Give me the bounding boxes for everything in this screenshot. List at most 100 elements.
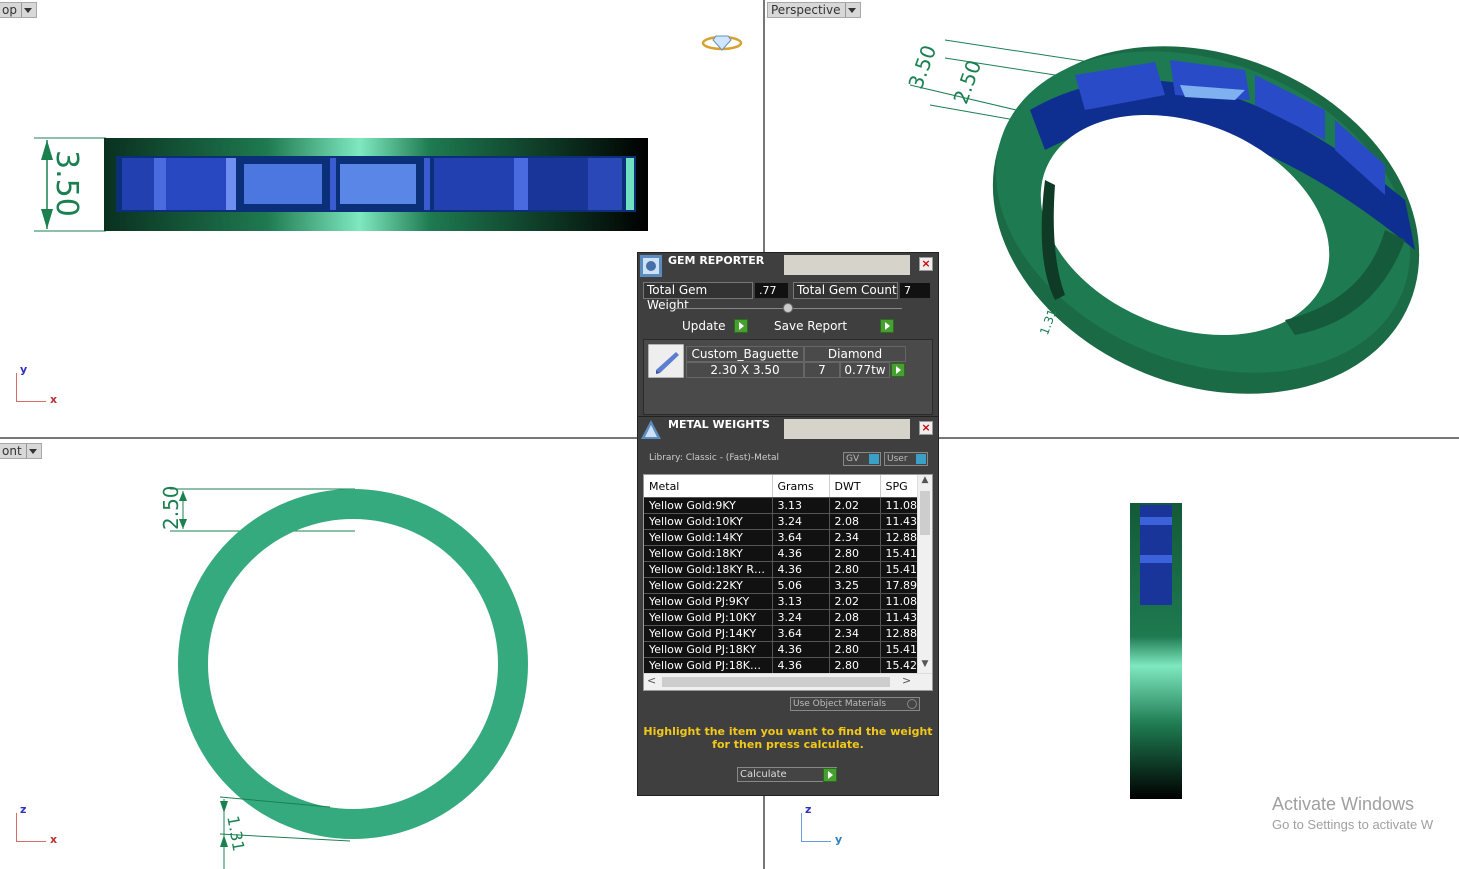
- spg-cell: 11.08: [880, 497, 918, 514]
- metal-weights-titlebar[interactable]: METAL WEIGHTS ×: [638, 417, 938, 441]
- gem-reporter-title: GEM REPORTER: [668, 254, 765, 267]
- table-row[interactable]: Yellow Gold:10KY 3.24 2.08 11.43: [644, 513, 918, 530]
- save-report-go-button[interactable]: [880, 319, 894, 333]
- front-dimension-label: 2.50: [159, 485, 183, 530]
- grams-cell: 5.06: [772, 577, 830, 594]
- scroll-left-icon[interactable]: <: [647, 674, 656, 687]
- gem-list-item[interactable]: Custom_Baguette Diamond 2.30 X 3.50 7 0.…: [648, 344, 910, 378]
- col-header-spg[interactable]: SPG: [880, 475, 918, 498]
- spg-cell: 15.41: [880, 561, 918, 578]
- table-row[interactable]: Yellow Gold:14KY 3.64 2.34 12.88: [644, 529, 918, 546]
- scroll-thumb-horizontal[interactable]: [662, 677, 890, 687]
- table-row[interactable]: Yellow Gold PJ:18KY 4.36 2.80 15.41: [644, 641, 918, 658]
- gem-weight: 0.77tw: [840, 362, 890, 378]
- scroll-down-icon[interactable]: ▼: [918, 659, 932, 673]
- chevron-down-icon[interactable]: [25, 444, 38, 458]
- user-toggle[interactable]: User: [884, 452, 928, 466]
- vertical-scrollbar[interactable]: ▲ ▼: [917, 475, 932, 673]
- metal-cell: Yellow Gold:18KY R…: [644, 561, 773, 578]
- gem-list-area: Custom_Baguette Diamond 2.30 X 3.50 7 0.…: [643, 339, 933, 415]
- chevron-down-icon[interactable]: [20, 3, 33, 17]
- gem-reporter-slider[interactable]: [674, 303, 902, 313]
- metal-cell: Yellow Gold:18KY: [644, 545, 773, 562]
- hint-line2: for then press calculate.: [712, 738, 864, 751]
- ring-top-view[interactable]: [104, 138, 648, 231]
- slider-handle[interactable]: [783, 303, 793, 313]
- use-object-materials-label: Use Object Materials: [793, 699, 887, 709]
- calculate-label: Calculate: [740, 769, 787, 780]
- grams-cell: 3.13: [772, 593, 830, 610]
- grams-cell: 4.36: [772, 641, 830, 658]
- axis-gizmo-front: z x: [16, 803, 66, 846]
- use-object-materials-toggle[interactable]: Use Object Materials: [790, 697, 920, 711]
- calculate-button[interactable]: Calculate: [737, 767, 837, 782]
- checkbox-icon[interactable]: [907, 699, 917, 709]
- gem-shape: Custom_Baguette: [686, 346, 804, 362]
- baguette-gem-icon: [648, 344, 684, 378]
- table-row[interactable]: Yellow Gold:18KY 4.36 2.80 15.41: [644, 545, 918, 562]
- spg-cell: 11.08: [880, 593, 918, 610]
- total-gem-weight-value: .77: [755, 283, 788, 298]
- ring-front-view[interactable]: [150, 479, 540, 869]
- hint-line1: Highlight the item you want to find the …: [643, 725, 933, 738]
- ring-right-view[interactable]: [1130, 503, 1182, 799]
- titlebar-grip[interactable]: [784, 419, 910, 439]
- grams-cell: 4.36: [772, 561, 830, 578]
- table-row[interactable]: Yellow Gold:22KY 5.06 3.25 17.89: [644, 577, 918, 594]
- table-row[interactable]: Yellow Gold PJ:10KY 3.24 2.08 11.43: [644, 609, 918, 626]
- table-row[interactable]: Yellow Gold PJ:9KY 3.13 2.02 11.08: [644, 593, 918, 610]
- close-icon[interactable]: ×: [919, 421, 933, 435]
- update-button[interactable]: Update: [682, 318, 725, 334]
- metal-weights-title: METAL WEIGHTS: [668, 418, 770, 431]
- col-header-dwt[interactable]: DWT: [829, 475, 881, 498]
- dwt-cell: 2.80: [829, 545, 881, 562]
- calculate-go-button[interactable]: [823, 768, 837, 782]
- gem-detail-go-button[interactable]: [891, 363, 905, 377]
- watermark-line2: Go to Settings to activate W: [1272, 817, 1434, 832]
- scroll-right-icon[interactable]: >: [902, 674, 911, 687]
- table-row[interactable]: Yellow Gold PJ:18K… 4.36 2.80 15.42: [644, 657, 918, 673]
- viewport-top-tag[interactable]: op: [0, 2, 37, 18]
- axis-x-label: x: [50, 393, 58, 406]
- metal-cell: Yellow Gold:10KY: [644, 513, 773, 530]
- axis-gizmo-top: y x: [16, 363, 58, 406]
- scroll-up-icon[interactable]: ▲: [918, 475, 932, 489]
- spg-cell: 15.42: [880, 657, 918, 673]
- axis-z-label: z: [805, 803, 812, 816]
- dwt-cell: 2.02: [829, 497, 881, 514]
- metal-cell: Yellow Gold PJ:9KY: [644, 593, 773, 610]
- dwt-cell: 2.34: [829, 529, 881, 546]
- gv-toggle-indicator[interactable]: [869, 454, 879, 464]
- table-row[interactable]: Yellow Gold PJ:14KY 3.64 2.34 12.88: [644, 625, 918, 642]
- metal-weights-panel[interactable]: METAL WEIGHTS × Library: Classic - (Fast…: [637, 416, 939, 796]
- gv-toggle[interactable]: GV: [843, 452, 881, 466]
- titlebar-grip[interactable]: [784, 255, 910, 275]
- dwt-cell: 2.02: [829, 593, 881, 610]
- update-go-button[interactable]: [734, 319, 748, 333]
- horizontal-scrollbar[interactable]: < >: [644, 673, 932, 690]
- gem-reporter-titlebar[interactable]: GEM REPORTER ×: [638, 253, 938, 277]
- metal-weights-table: Metal Grams DWT SPG Yellow Gold:9KY 3.13 2…: [644, 475, 918, 673]
- spg-cell: 17.89: [880, 577, 918, 594]
- spg-cell: 15.41: [880, 545, 918, 562]
- user-toggle-indicator[interactable]: [916, 454, 926, 464]
- table-row[interactable]: Yellow Gold:18KY R… 4.36 2.80 15.41: [644, 561, 918, 578]
- gem-reporter-panel[interactable]: GEM REPORTER × Total Gem Weight .77 Tota…: [637, 252, 939, 420]
- col-header-metal[interactable]: Metal: [644, 475, 773, 498]
- spg-cell: 11.43: [880, 513, 918, 530]
- save-report-button[interactable]: Save Report: [774, 318, 847, 334]
- viewport-top-label: op: [2, 3, 17, 17]
- metal-weights-icon: [641, 420, 661, 439]
- library-label: Library: Classic - (Fast)-Metal: [649, 453, 780, 463]
- scroll-thumb[interactable]: [920, 491, 930, 535]
- close-icon[interactable]: ×: [919, 257, 933, 271]
- dwt-cell: 2.80: [829, 561, 881, 578]
- metal-table-container[interactable]: Metal Grams DWT SPG Yellow Gold:9KY 3.13 2…: [643, 474, 933, 691]
- metal-cell: Yellow Gold PJ:14KY: [644, 625, 773, 642]
- col-header-grams[interactable]: Grams: [772, 475, 830, 498]
- table-row[interactable]: Yellow Gold:9KY 3.13 2.02 11.08: [644, 497, 918, 514]
- watermark-line1: Activate Windows: [1272, 794, 1415, 814]
- grams-cell: 3.13: [772, 497, 830, 514]
- viewport-front-tag[interactable]: ont: [0, 443, 42, 459]
- axis-y-label: y: [20, 363, 28, 376]
